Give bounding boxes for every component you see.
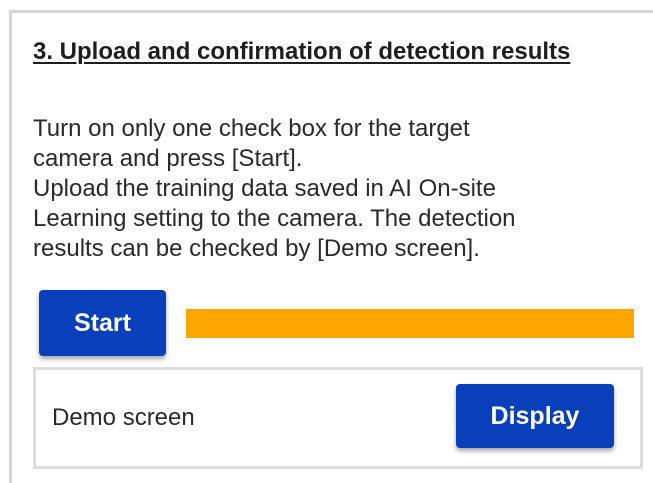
upload-confirmation-panel: 3. Upload and confirmation of detection … xyxy=(9,10,653,483)
description-line: camera and press [Start]. xyxy=(33,145,303,172)
description-line: results can be checked by [Demo screen]. xyxy=(33,235,480,262)
demo-screen-box: Demo screen Display xyxy=(33,367,643,469)
display-button[interactable]: Display xyxy=(456,384,614,448)
start-button[interactable]: Start xyxy=(39,290,166,356)
upload-progress-bar xyxy=(186,309,634,338)
description-line: Upload the training data saved in AI On-… xyxy=(33,175,496,202)
demo-screen-label: Demo screen xyxy=(52,404,195,431)
section-description: Turn on only one check box for the targe… xyxy=(33,114,593,264)
section-heading: 3. Upload and confirmation of detection … xyxy=(33,38,571,65)
description-line: Learning setting to the camera. The dete… xyxy=(33,205,516,232)
description-line: Turn on only one check box for the targe… xyxy=(33,115,470,142)
upload-progress-fill xyxy=(186,309,634,338)
